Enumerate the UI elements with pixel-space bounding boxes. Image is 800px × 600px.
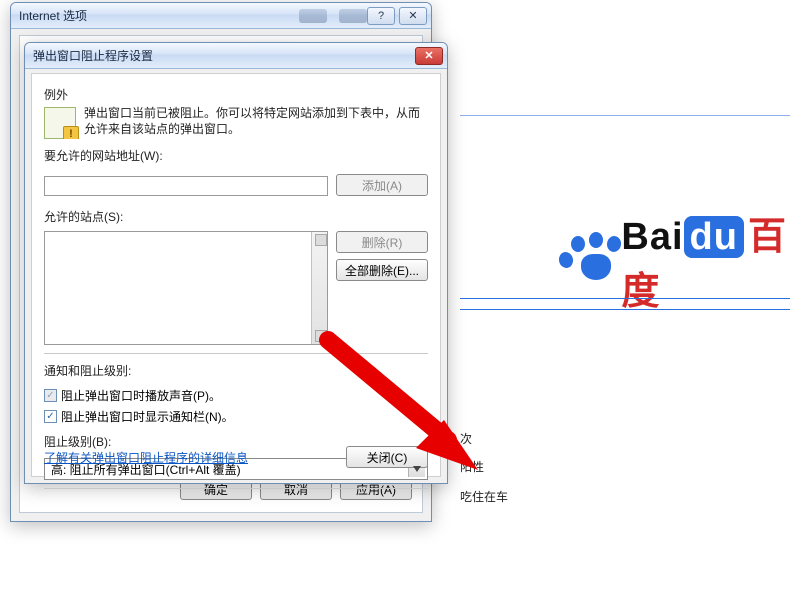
internet-options-title: Internet 选项 [19,7,287,24]
close-button[interactable]: 关闭(C) [346,446,428,468]
backdrop-text-1: 次 [460,430,472,447]
notify-header: 通知和阻止级别: [44,362,428,379]
baidu-paw-icon [563,234,615,286]
play-sound-checkbox[interactable] [44,389,57,402]
play-sound-label: 阻止弹出窗口时播放声音(P)。 [61,387,221,404]
add-button[interactable]: 添加(A) [336,174,428,196]
popup-blocker-settings-dialog: 弹出窗口阻止程序设置 ✕ 例外 弹出窗口当前已被阻止。你可以将特定网站添加到下表… [24,42,448,484]
titlebar-blur [299,9,327,23]
exceptions-header: 例外 [44,86,428,103]
show-infobar-checkbox[interactable] [44,410,57,423]
help-button[interactable]: ? [367,7,395,25]
popup-dialog-titlebar[interactable]: 弹出窗口阻止程序设置 ✕ [25,43,447,69]
show-infobar-label: 阻止弹出窗口时显示通知栏(N)。 [61,408,234,425]
remove-all-button[interactable]: 全部删除(E)... [336,259,428,281]
backdrop-text-2: 阳性 [460,458,484,475]
titlebar-blur [339,9,367,23]
address-label: 要允许的网站地址(W): [44,147,428,164]
divider [44,488,428,489]
remove-button[interactable]: 删除(R) [336,231,428,253]
popup-blocker-icon [44,107,76,139]
learn-more-link[interactable]: 了解有关弹出窗口阻止程序的详细信息 [44,449,248,466]
close-button[interactable]: ✕ [399,7,427,25]
close-icon[interactable]: ✕ [415,47,443,65]
internet-options-titlebar[interactable]: Internet 选项 ? ✕ [11,3,431,29]
baidu-search-underline-2 [460,309,790,310]
allowed-sites-label: 允许的站点(S): [44,208,428,225]
allowed-address-input[interactable] [44,176,328,196]
baidu-search-underline-1 [460,298,790,299]
chevron-down-icon [413,466,421,472]
scrollbar[interactable] [311,232,327,344]
allowed-sites-list[interactable] [44,231,328,345]
baidu-divider-top [460,115,790,116]
divider [44,353,428,354]
intro-text: 弹出窗口当前已被阻止。你可以将特定网站添加到下表中，从而允许来自该站点的弹出窗口… [44,105,428,137]
popup-dialog-title: 弹出窗口阻止程序设置 [33,47,415,64]
backdrop-text-3: 吃住在车 [460,488,508,505]
